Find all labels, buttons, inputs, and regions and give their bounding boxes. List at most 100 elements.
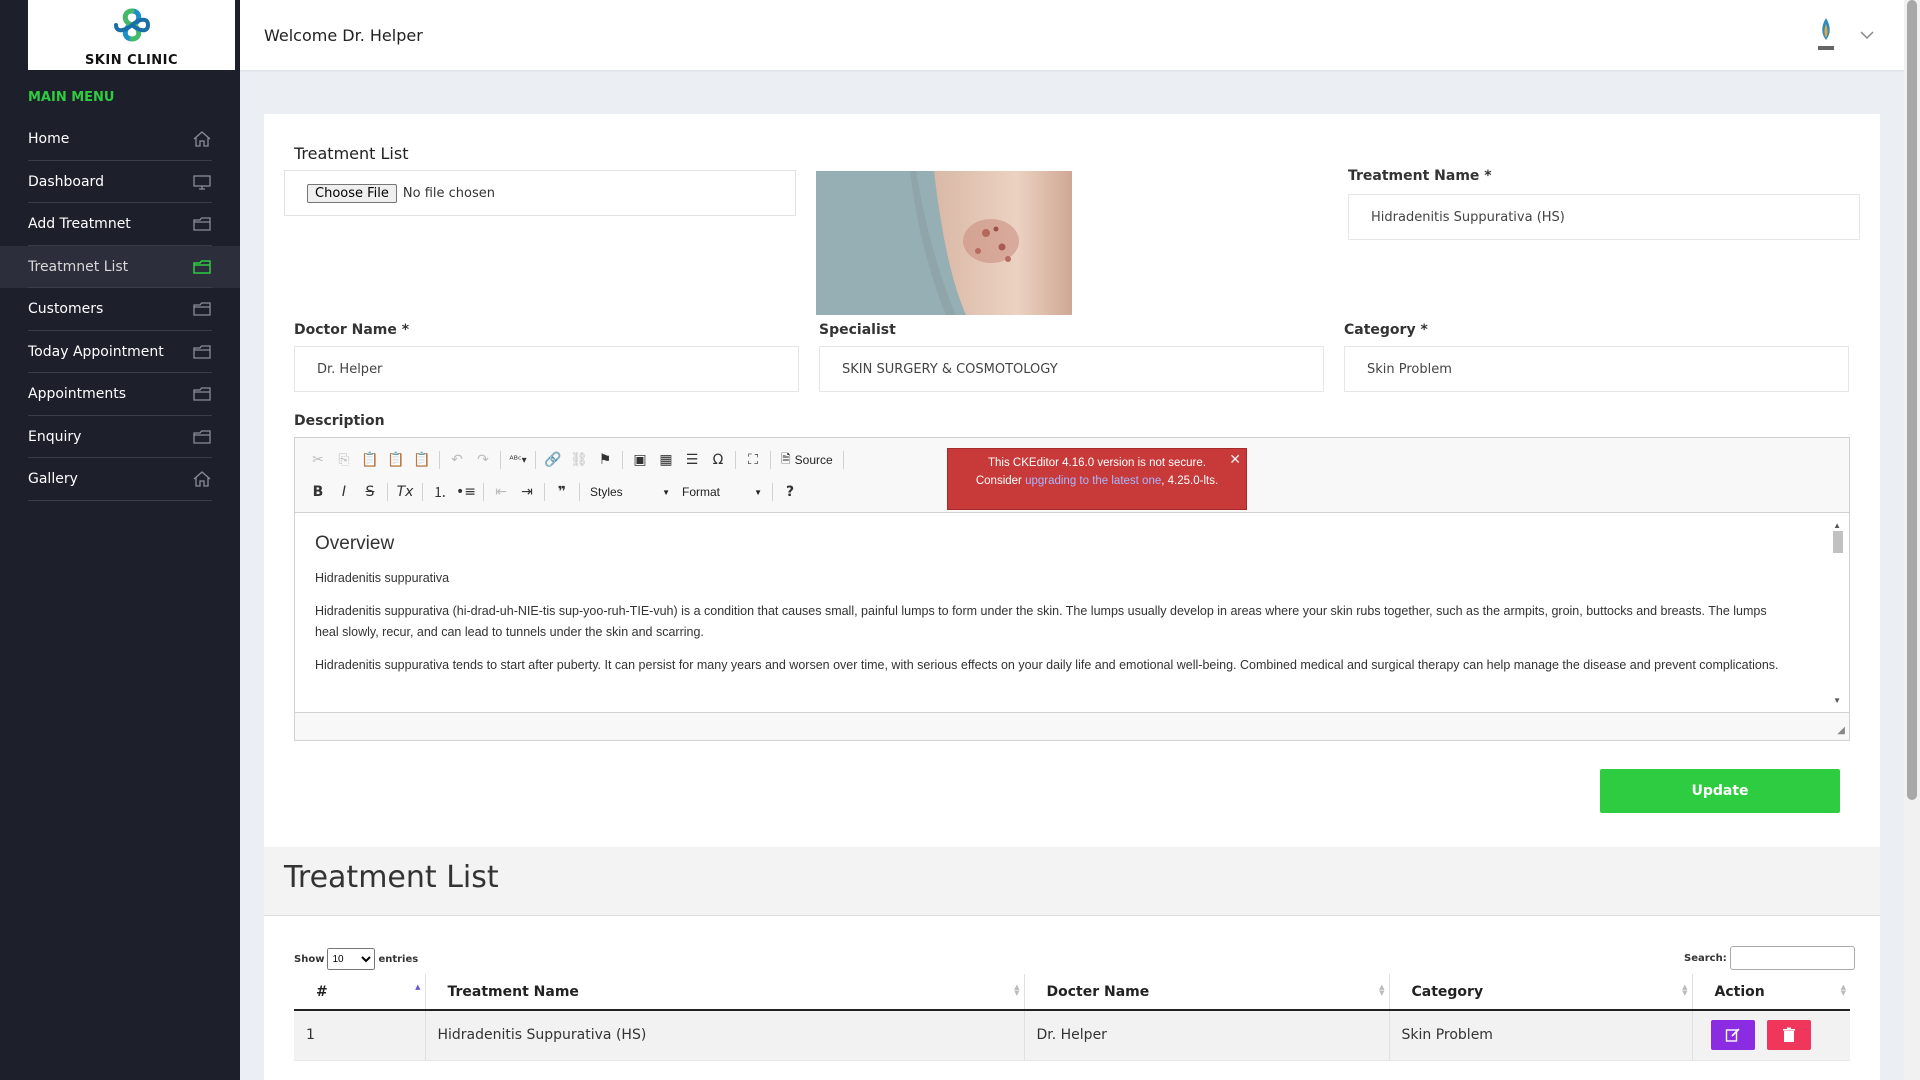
toolbar-separator: [772, 483, 773, 501]
resize-handle-icon[interactable]: ◢: [1837, 725, 1845, 736]
source-button[interactable]: 🗎 Source: [775, 450, 839, 471]
cell-number: 1: [294, 1010, 426, 1061]
sidebar-item-label: Add Treatmnet: [28, 216, 131, 233]
toolbar-separator: [483, 483, 484, 501]
blockquote-icon[interactable]: ❞: [549, 480, 575, 504]
source-icon: 🗎: [781, 451, 791, 466]
sidebar-item-gallery[interactable]: Gallery: [0, 458, 240, 501]
treatment-name-field[interactable]: Hidradenitis Suppurativa (HS): [1348, 194, 1860, 240]
sidebar-item-label: Customers: [28, 301, 104, 318]
editor-statusbar: ◢: [295, 712, 1849, 740]
italic-icon[interactable]: I: [331, 480, 357, 504]
notice-line: This CKEditor 4.16.0 version is not secu…: [988, 457, 1206, 469]
column-header-action[interactable]: Action ▲ ▼: [1692, 974, 1850, 1011]
paste-word-icon[interactable]: 📋: [409, 448, 435, 472]
page-size-control: Show 10 entries: [294, 948, 418, 970]
column-header-category[interactable]: Category ▲ ▼: [1389, 974, 1693, 1011]
toolbar-separator: [544, 483, 545, 501]
doctor-name-label: Doctor Name *: [294, 322, 410, 338]
sidebar-item-label: Today Appointment: [28, 343, 164, 360]
sidebar-item-customers[interactable]: Customers: [0, 288, 240, 331]
copy-icon[interactable]: ⎘: [331, 448, 357, 472]
special-char-icon[interactable]: Ω: [705, 448, 731, 472]
content-paragraph: Hidradenitis suppurativa (hi-drad-uh-NIE…: [315, 604, 1767, 639]
horizontal-line-icon[interactable]: ☰: [679, 448, 705, 472]
category-label: Category *: [1344, 322, 1428, 338]
toolbar-separator: [735, 451, 736, 469]
upgrade-link[interactable]: upgrading to the latest one: [1025, 475, 1161, 487]
notice-prefix: Consider: [975, 474, 1026, 487]
caret-down-icon: ▼: [662, 487, 670, 497]
category-field[interactable]: Skin Problem: [1344, 346, 1849, 392]
column-label: Docter Name: [1046, 983, 1150, 1000]
numbered-list-icon[interactable]: ⒈: [427, 480, 453, 504]
cut-icon[interactable]: ✂: [305, 448, 331, 472]
table-row: 1 Hidradenitis Suppurativa (HS) Dr. Help…: [294, 1010, 1850, 1061]
logo[interactable]: SKIN CLINIC: [28, 0, 235, 70]
sidebar-item-dashboard[interactable]: Dashboard: [0, 161, 240, 204]
monitor-icon: [193, 175, 211, 190]
sort-icon: ▲ ▼: [1379, 983, 1385, 997]
anchor-flag-icon[interactable]: ⚑: [592, 448, 618, 472]
toolbar-separator: [439, 451, 440, 469]
help-icon[interactable]: ?: [777, 480, 803, 504]
scroll-down-icon[interactable]: ▼: [1833, 690, 1841, 711]
sidebar-item-home[interactable]: Home: [0, 118, 240, 161]
sidebar-item-today-appointment[interactable]: Today Appointment: [0, 331, 240, 374]
spellcheck-icon[interactable]: ᴬᴮᶜ▾: [505, 448, 531, 472]
column-header-number[interactable]: # ▲: [294, 974, 426, 1011]
update-button[interactable]: Update: [1600, 769, 1840, 813]
cell-doctor-name: Dr. Helper: [1024, 1010, 1390, 1061]
editor-content[interactable]: Overview Hidradenitis suppurativa Hidrad…: [295, 513, 1849, 713]
paste-text-icon[interactable]: 📋: [383, 448, 409, 472]
folder-icon: [193, 302, 211, 316]
paste-icon[interactable]: 📋: [357, 448, 383, 472]
image-icon[interactable]: ▣: [627, 448, 653, 472]
maximize-icon[interactable]: ⛶: [740, 448, 766, 472]
page-scrollbar[interactable]: [1904, 0, 1920, 1080]
specialist-field[interactable]: SKIN SURGERY & COSMOTOLOGY: [819, 346, 1324, 392]
strike-icon[interactable]: S: [357, 480, 383, 504]
sidebar-item-add-treatmnet[interactable]: Add Treatmnet: [0, 203, 240, 246]
redo-icon[interactable]: ↷: [470, 448, 496, 472]
sidebar: SKIN CLINIC MAIN MENU Home Dashboard Add…: [0, 0, 240, 1080]
edit-button[interactable]: [1710, 1020, 1755, 1051]
table-search: Search:: [1684, 946, 1855, 970]
page-size-select[interactable]: 10: [327, 948, 376, 970]
remove-format-icon[interactable]: Tx: [392, 480, 418, 504]
column-header-docter-name[interactable]: Docter Name ▲ ▼: [1024, 974, 1390, 1011]
editor-scroll-thumb[interactable]: [1833, 531, 1843, 553]
undo-icon[interactable]: ↶: [444, 448, 470, 472]
column-label: Category: [1411, 983, 1484, 1000]
format-dropdown[interactable]: Format ▼: [676, 481, 768, 503]
bulleted-list-icon[interactable]: •≡: [453, 480, 479, 504]
description-editor[interactable]: ✂ ⎘ 📋 📋 📋 ↶ ↷ ᴬᴮᶜ▾ 🔗 ⛓ ⚑ ▣ ▦ ☰ Ω ⛶ 🗎 Sou…: [294, 437, 1850, 741]
unlink-icon[interactable]: ⛓: [566, 448, 592, 472]
section-title: Treatment List: [294, 144, 409, 163]
cell-category: Skin Problem: [1389, 1010, 1693, 1061]
editor-scrollbar[interactable]: ▲ ▼: [1833, 513, 1847, 713]
sidebar-item-treatmnet-list[interactable]: Treatmnet List: [0, 245, 240, 288]
table-icon[interactable]: ▦: [653, 448, 679, 472]
search-input[interactable]: [1729, 946, 1855, 970]
link-icon[interactable]: 🔗: [540, 448, 566, 472]
outdent-icon[interactable]: ⇤: [488, 480, 514, 504]
choose-file-button[interactable]: Choose File: [307, 183, 397, 203]
edit-icon: [1725, 1028, 1740, 1042]
chevron-down-icon[interactable]: [1858, 26, 1876, 44]
column-header-treatment-name[interactable]: Treatment Name ▲ ▼: [425, 974, 1025, 1011]
sidebar-item-label: Appointments: [28, 386, 127, 403]
indent-icon[interactable]: ⇥: [514, 480, 540, 504]
file-input[interactable]: Choose File No file chosen: [284, 170, 796, 216]
sort-asc-icon: ▲: [415, 983, 421, 991]
sidebar-item-enquiry[interactable]: Enquiry: [0, 416, 240, 459]
doctor-name-field[interactable]: Dr. Helper: [294, 346, 799, 392]
styles-dropdown[interactable]: Styles ▼: [584, 481, 676, 503]
bold-icon[interactable]: B: [305, 480, 331, 504]
scrollbar-thumb[interactable]: [1907, 0, 1917, 800]
close-icon[interactable]: ✕: [1229, 451, 1241, 469]
sidebar-item-appointments[interactable]: Appointments: [0, 373, 240, 416]
styles-label: Styles: [590, 485, 623, 499]
avatar[interactable]: [1810, 14, 1842, 56]
delete-button[interactable]: [1766, 1020, 1811, 1051]
